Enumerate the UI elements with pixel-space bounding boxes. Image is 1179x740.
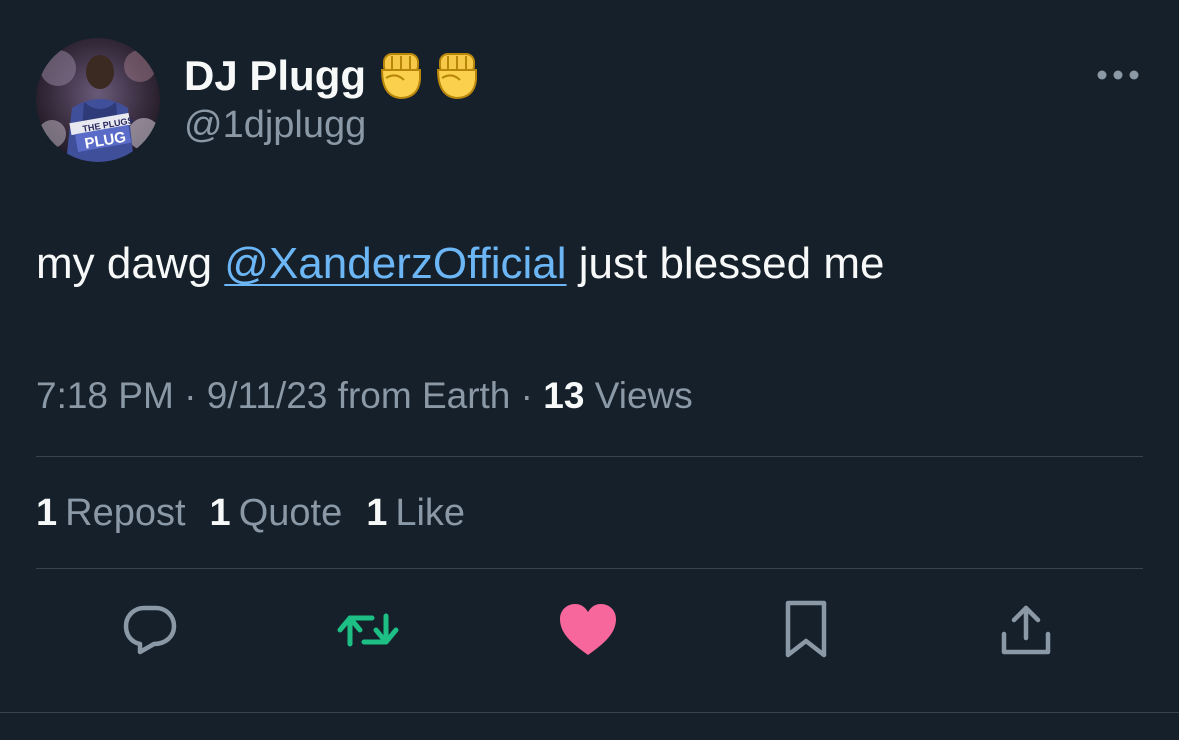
tweet-text-after: just blessed me — [566, 239, 885, 288]
engagement-stats: 1 Repost 1 Quote 1 Like — [36, 486, 489, 540]
repost-stat[interactable]: 1 Repost — [36, 486, 186, 540]
divider — [0, 712, 1179, 713]
bookmark-button[interactable] — [774, 600, 838, 664]
heart-icon — [557, 601, 619, 664]
avatar[interactable]: THE PLUGS PLUG — [36, 38, 160, 162]
tweet-source: from Earth — [337, 375, 511, 416]
views-label: Views — [594, 375, 693, 416]
reply-icon — [120, 600, 180, 665]
tweet-text: my dawg @XanderzOfficial just blessed me — [36, 234, 884, 294]
quote-stat[interactable]: 1 Quote — [210, 486, 343, 540]
author-handle[interactable]: @1djplugg — [184, 104, 366, 147]
tweet-time[interactable]: 7:18 PM — [36, 375, 174, 416]
divider — [36, 456, 1143, 457]
share-icon — [996, 600, 1056, 665]
raised-fist-emoji-icon — [378, 50, 424, 102]
author-name-row: DJ Plugg — [184, 44, 480, 108]
reply-button[interactable] — [118, 600, 182, 664]
bookmark-icon — [780, 599, 832, 666]
tweet-text-before: my dawg — [36, 239, 225, 288]
raised-fist-emoji-icon — [434, 50, 480, 102]
quote-label: Quote — [238, 492, 343, 534]
quote-count: 1 — [209, 492, 231, 534]
share-button[interactable] — [994, 600, 1058, 664]
mention-link[interactable]: @XanderzOfficial — [224, 239, 566, 288]
author-display-name[interactable]: DJ Plugg — [184, 52, 366, 100]
like-button[interactable] — [556, 600, 620, 664]
like-stat[interactable]: 1 Like — [366, 486, 465, 540]
repost-count: 1 — [36, 492, 58, 534]
tweet-date[interactable]: 9/11/23 — [207, 375, 328, 416]
like-label: Like — [395, 492, 466, 534]
tweet-meta: 7:18 PM · 9/11/23 from Earth · 13 Views — [36, 370, 693, 422]
views-count: 13 — [543, 375, 585, 416]
like-count: 1 — [366, 492, 388, 534]
more-options-icon[interactable] — [1092, 60, 1144, 90]
repost-button[interactable] — [336, 600, 400, 664]
repost-icon — [336, 600, 400, 665]
meta-separator: · — [520, 375, 533, 416]
meta-separator: · — [184, 375, 197, 416]
repost-label: Repost — [65, 492, 186, 534]
divider — [36, 568, 1143, 569]
